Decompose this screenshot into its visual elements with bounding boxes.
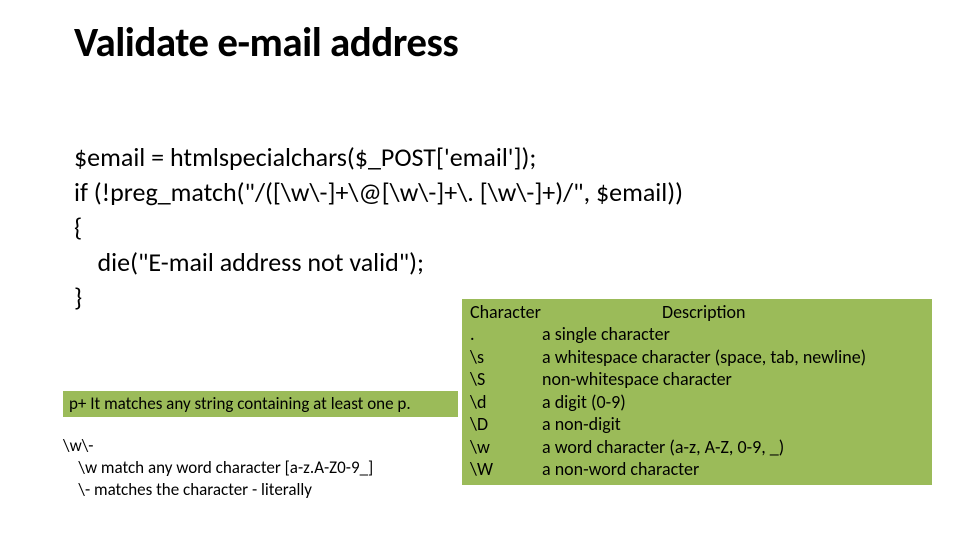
cell-desc: a whitespace character (space, tab, newl… xyxy=(542,346,924,369)
table-row: \Da non-digit xyxy=(470,413,924,436)
code-line: $email = htmlspecialchars($_POST['email'… xyxy=(74,141,536,173)
cell-desc: a word character (a-z, A-Z, 0-9, _) xyxy=(542,436,924,459)
cell-char: \W xyxy=(470,458,542,481)
cell-desc: non-whitespace character xyxy=(542,368,924,391)
cell-char: \w xyxy=(470,436,542,459)
table-row: \Snon-whitespace character xyxy=(470,368,924,391)
code-block: $email = htmlspecialchars($_POST['email'… xyxy=(74,140,683,315)
code-line: } xyxy=(74,281,82,313)
cell-char: . xyxy=(470,323,542,346)
note-line: \w match any word character [a-z.A-Z0-9_… xyxy=(63,457,373,478)
code-line: { xyxy=(74,211,82,243)
cell-char: \S xyxy=(470,368,542,391)
table-row: \da digit (0-9) xyxy=(470,391,924,414)
cell-char: \D xyxy=(470,413,542,436)
slide: Validate e-mail address $email = htmlspe… xyxy=(0,0,960,540)
note-w-dash: \w\- \w match any word character [a-z.A-… xyxy=(63,435,373,501)
cell-char: \s xyxy=(470,346,542,369)
header-description: Description xyxy=(542,301,745,323)
note-p-plus: p+ It matches any string containing at l… xyxy=(63,391,458,417)
table-header: Character Description xyxy=(470,301,924,323)
cell-char: \d xyxy=(470,391,542,414)
table-row: \Wa non-word character xyxy=(470,458,924,481)
note-line: \- matches the character - literally xyxy=(63,479,312,500)
cell-desc: a non-digit xyxy=(542,413,924,436)
regex-char-table: Character Description .a single characte… xyxy=(462,299,932,485)
slide-title: Validate e-mail address xyxy=(74,18,458,68)
header-character: Character xyxy=(470,301,542,323)
cell-desc: a single character xyxy=(542,323,924,346)
code-line: die("E-mail address not valid"); xyxy=(74,246,424,278)
note-line: \w\- xyxy=(63,435,94,456)
table-row: \sa whitespace character (space, tab, ne… xyxy=(470,346,924,369)
cell-desc: a non-word character xyxy=(542,458,924,481)
cell-desc: a digit (0-9) xyxy=(542,391,924,414)
table-row: \wa word character (a-z, A-Z, 0-9, _) xyxy=(470,436,924,459)
code-line: if (!preg_match("/([\w\-]+\@[\w\-]+\. [\… xyxy=(74,176,683,208)
table-row: .a single character xyxy=(470,323,924,346)
